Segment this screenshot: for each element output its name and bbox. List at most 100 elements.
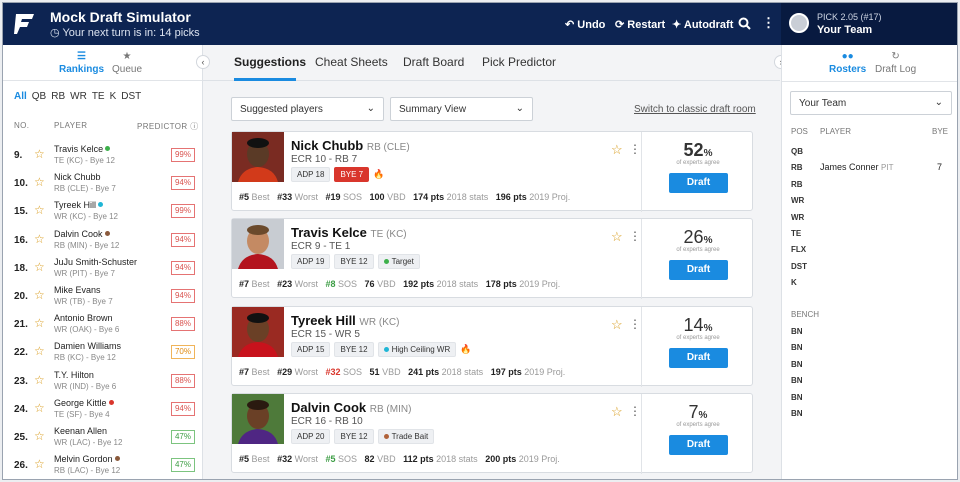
rank-row[interactable]: 25. ☆ Keenan Allen WR (LAC) - Bye 12 47% <box>3 423 203 451</box>
rank-row[interactable]: 22. ☆ Damien Williams RB (KC) - Bye 12 70% <box>3 338 203 366</box>
favorite-star-icon[interactable]: ☆ <box>611 142 623 158</box>
favorite-star-icon[interactable]: ☆ <box>611 229 623 245</box>
adp-tag: ADP 20 <box>291 428 331 444</box>
rank-row[interactable]: 15. ☆ Tyreek Hill WR (KC) - Bye 12 99% <box>3 197 203 225</box>
roster-slot: QB <box>791 147 803 156</box>
active-tab-indicator <box>234 78 296 81</box>
tab-cheat-sheets[interactable]: Cheat Sheets <box>315 55 388 69</box>
tab-pick-predictor[interactable]: Pick Predictor <box>482 55 556 69</box>
star-icon[interactable]: ☆ <box>34 203 45 217</box>
search-icon[interactable] <box>738 17 751 30</box>
star-icon[interactable]: ☆ <box>34 316 45 330</box>
card-player-name[interactable]: Nick Chubb RB (CLE) <box>291 138 410 153</box>
star-icon[interactable]: ☆ <box>34 260 45 274</box>
card-player-name[interactable]: Tyreek Hill WR (KC) <box>291 313 399 328</box>
rank-row[interactable]: 26. ☆ Melvin Gordon RB (LAC) - Bye 12 47% <box>3 451 203 479</box>
star-icon[interactable]: ☆ <box>34 232 45 246</box>
stat-pts18-label: 2018 stats <box>436 453 478 464</box>
team-avatar <box>789 13 809 33</box>
undo-button[interactable]: ↶ Undo <box>565 18 605 31</box>
rank-row[interactable]: 23. ☆ T.Y. Hilton WR (IND) - Bye 6 88% <box>3 367 203 395</box>
star-icon[interactable]: ☆ <box>34 457 45 471</box>
restart-button[interactable]: ⟳ Restart <box>615 18 665 31</box>
filter-rb[interactable]: RB <box>51 91 65 102</box>
tab-suggestions[interactable]: Suggestions <box>234 55 306 69</box>
player-name[interactable]: Travis Kelce <box>54 144 111 154</box>
tab-draft-log-label: Draft Log <box>875 64 917 75</box>
rank-number: 9. <box>14 150 23 161</box>
favorite-star-icon[interactable]: ☆ <box>611 404 623 420</box>
player-name[interactable]: Melvin Gordon <box>54 454 120 464</box>
stat-sos-label: SOS <box>338 279 358 290</box>
star-icon[interactable]: ☆ <box>34 175 45 189</box>
logo-icon[interactable] <box>13 12 37 36</box>
star-icon[interactable]: ☆ <box>34 288 45 302</box>
player-info: TE (SF) - Bye 4 <box>54 409 110 419</box>
draft-button[interactable]: Draft <box>669 347 728 368</box>
predictor-badge: 47% <box>171 430 195 444</box>
filter-wr[interactable]: WR <box>70 91 87 102</box>
card-menu-icon[interactable]: ⋮ <box>629 404 641 418</box>
team-select[interactable]: Your Team ⌄ <box>790 91 952 115</box>
player-name[interactable]: Antonio Brown <box>54 313 113 323</box>
tab-draft-log[interactable]: ↻ Draft Log <box>875 51 916 75</box>
draft-button[interactable]: Draft <box>669 434 728 455</box>
rank-row[interactable]: 18. ☆ JuJu Smith-Schuster WR (PIT) - Bye 7 9… <box>3 254 203 282</box>
stat-sos-label: SOS <box>343 366 363 377</box>
stat-best-value: #7 <box>239 366 250 377</box>
view-select[interactable]: Summary View ⌄ <box>390 97 533 121</box>
stat-worst-value: #32 <box>277 453 293 464</box>
classic-room-link[interactable]: Switch to classic draft room <box>634 104 756 115</box>
rank-row[interactable]: 9. ☆ Travis Kelce TE (KC) - Bye 12 99% <box>3 141 203 169</box>
player-name[interactable]: T.Y. Hilton <box>54 370 94 380</box>
rank-number: 18. <box>14 262 28 274</box>
player-name[interactable]: JuJu Smith-Schuster <box>54 257 137 267</box>
rank-row[interactable]: 20. ☆ Mike Evans WR (TB) - Bye 7 94% <box>3 282 203 310</box>
card-menu-icon[interactable]: ⋮ <box>629 229 641 243</box>
star-icon[interactable]: ☆ <box>34 401 45 415</box>
card-ecr: ECR 10 - RB 7 <box>291 154 358 165</box>
tab-rankings[interactable]: ☰ Rankings <box>59 51 104 75</box>
star-icon[interactable]: ☆ <box>34 429 45 443</box>
roster-player[interactable]: James Conner PIT <box>820 162 894 172</box>
card-player-team: RB (MIN) <box>369 403 412 415</box>
favorite-star-icon[interactable]: ☆ <box>611 317 623 333</box>
autodraft-button[interactable]: ✦ Autodraft <box>672 18 733 31</box>
filter-k[interactable]: K <box>110 91 117 102</box>
card-menu-icon[interactable]: ⋮ <box>629 142 641 156</box>
player-name[interactable]: Damien Williams <box>54 341 121 351</box>
tab-rosters[interactable]: ●● Rosters <box>829 51 866 75</box>
player-name[interactable]: Keenan Allen <box>54 426 107 436</box>
card-player-name[interactable]: Travis Kelce TE (KC) <box>291 225 407 240</box>
player-name[interactable]: George Kittle <box>54 398 114 408</box>
player-type-select[interactable]: Suggested players ⌄ <box>231 97 384 121</box>
next-turn-text: ◷ Your next turn is in: 14 picks <box>50 26 200 39</box>
filter-dst[interactable]: DST <box>121 91 141 102</box>
star-icon[interactable]: ☆ <box>34 147 45 161</box>
rank-row[interactable]: 10. ☆ Nick Chubb RB (CLE) - Bye 7 94% <box>3 169 203 197</box>
filter-qb[interactable]: QB <box>32 91 46 102</box>
stat-worst-label: Worst <box>294 453 318 464</box>
star-icon[interactable]: ☆ <box>34 373 45 387</box>
rank-row[interactable]: 16. ☆ Dalvin Cook RB (MIN) - Bye 12 94% <box>3 226 203 254</box>
expert-agree: 7% of experts agree <box>642 402 754 428</box>
filter-te[interactable]: TE <box>92 91 105 102</box>
card-ecr: ECR 9 - TE 1 <box>291 241 351 253</box>
rank-row[interactable]: 24. ☆ George Kittle TE (SF) - Bye 4 94% <box>3 395 203 423</box>
tab-draft-board[interactable]: Draft Board <box>403 55 464 69</box>
more-menu-icon[interactable]: ⋮ <box>762 15 775 31</box>
star-icon[interactable]: ☆ <box>34 344 45 358</box>
player-name[interactable]: Mike Evans <box>54 285 101 295</box>
tab-queue[interactable]: ★ Queue <box>112 51 142 75</box>
rank-row[interactable]: 21. ☆ Antonio Brown WR (OAK) - Bye 6 88% <box>3 310 203 338</box>
info-icon[interactable]: ⓘ <box>190 122 198 131</box>
card-menu-icon[interactable]: ⋮ <box>629 317 641 331</box>
card-player-name[interactable]: Dalvin Cook RB (MIN) <box>291 400 411 415</box>
draft-button[interactable]: Draft <box>669 173 728 193</box>
player-name[interactable]: Dalvin Cook <box>54 229 110 239</box>
filter-all[interactable]: All <box>14 91 27 102</box>
rank-number: 10. <box>14 178 28 190</box>
player-name[interactable]: Nick Chubb <box>54 172 101 182</box>
draft-button[interactable]: Draft <box>669 260 728 281</box>
player-name[interactable]: Tyreek Hill <box>54 200 104 210</box>
